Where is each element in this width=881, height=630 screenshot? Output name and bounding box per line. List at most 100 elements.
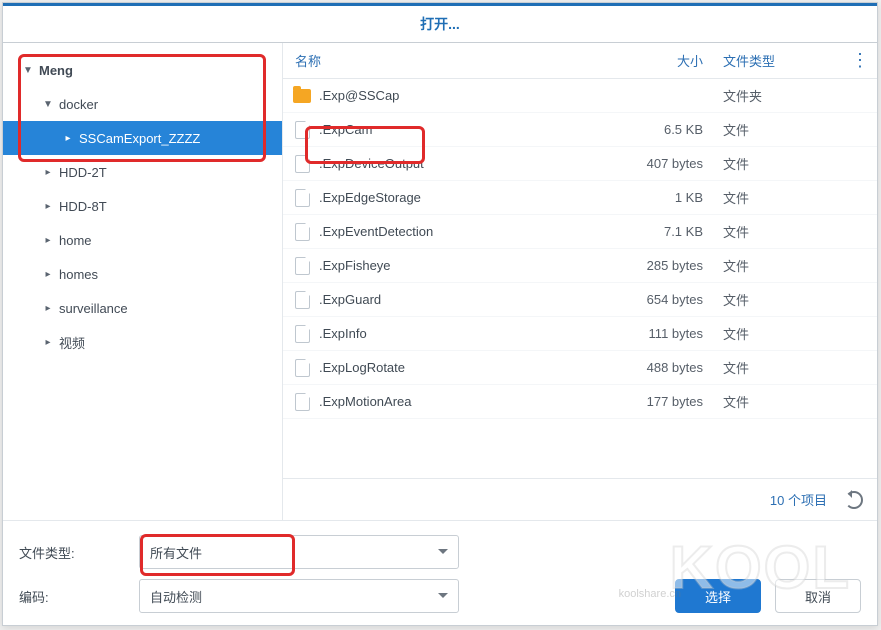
dialog-title-text: 打开... <box>420 14 460 34</box>
file-size: 285 bytes <box>603 258 713 273</box>
file-row[interactable]: .ExpGuard654 bytes文件 <box>283 283 877 317</box>
chevron-right-icon: ▸ <box>41 199 55 213</box>
tree-item[interactable]: ▸ HDD-8T <box>3 189 282 223</box>
tree-label: 视频 <box>59 333 272 352</box>
header-name[interactable]: 名称 <box>283 51 603 70</box>
tree-label: Meng <box>39 63 272 78</box>
tree-label: surveillance <box>59 301 272 316</box>
chevron-right-icon: ▸ <box>61 131 75 145</box>
chevron-right-icon: ▸ <box>41 301 55 315</box>
filetype-select[interactable]: 所有文件 <box>139 535 459 569</box>
file-name: .ExpInfo <box>319 326 603 341</box>
file-icon <box>291 357 313 379</box>
file-rows: .Exp@SSCap文件夹.ExpCam6.5 KB文件.ExpDeviceOu… <box>283 79 877 478</box>
file-size: 407 bytes <box>603 156 713 171</box>
file-type: 文件 <box>713 358 843 377</box>
file-name: .Exp@SSCap <box>319 88 603 103</box>
open-dialog: 打开... ▼ Meng ▼ docker ▸ SSCamExport_ZZZZ ▸ HD… <box>2 2 878 626</box>
chevron-down-icon <box>438 549 448 559</box>
file-icon <box>291 255 313 277</box>
file-name: .ExpGuard <box>319 292 603 307</box>
filetype-label: 文件类型: <box>19 543 139 562</box>
file-type: 文件 <box>713 188 843 207</box>
tree-item[interactable]: ▸ homes <box>3 257 282 291</box>
file-icon <box>291 391 313 413</box>
tree-item[interactable]: ▸ home <box>3 223 282 257</box>
chevron-down-icon: ▼ <box>41 97 55 111</box>
file-size: 7.1 KB <box>603 224 713 239</box>
file-row[interactable]: .ExpInfo111 bytes文件 <box>283 317 877 351</box>
encoding-value: 自动检测 <box>150 587 202 606</box>
tree-label: HDD-8T <box>59 199 272 214</box>
file-name: .ExpEventDetection <box>319 224 603 239</box>
refresh-icon[interactable] <box>845 491 863 509</box>
file-icon <box>291 119 313 141</box>
file-type: 文件 <box>713 290 843 309</box>
tree-item[interactable]: ▸ surveillance <box>3 291 282 325</box>
file-row[interactable]: .ExpMotionArea177 bytes文件 <box>283 385 877 419</box>
file-type: 文件 <box>713 324 843 343</box>
tree-item[interactable]: ▸ HDD-2T <box>3 155 282 189</box>
file-icon <box>291 323 313 345</box>
file-name: .ExpLogRotate <box>319 360 603 375</box>
column-menu-button[interactable]: ⋮ <box>843 50 877 71</box>
cancel-button[interactable]: 取消 <box>775 579 861 613</box>
column-headers: 名称 大小 文件类型 ⋮ <box>283 43 877 79</box>
file-icon <box>291 187 313 209</box>
file-size: 111 bytes <box>603 326 713 341</box>
file-row[interactable]: .ExpCam6.5 KB文件 <box>283 113 877 147</box>
file-row[interactable]: .Exp@SSCap 文件夹 <box>283 79 877 113</box>
file-icon <box>291 221 313 243</box>
tree-label: homes <box>59 267 272 282</box>
file-row[interactable]: .ExpFisheye285 bytes文件 <box>283 249 877 283</box>
folder-tree: ▼ Meng ▼ docker ▸ SSCamExport_ZZZZ ▸ HDD-2T ▸ H… <box>3 43 283 520</box>
file-row[interactable]: .ExpEventDetection7.1 KB文件 <box>283 215 877 249</box>
encoding-label: 编码: <box>19 587 139 606</box>
file-type: 文件 <box>713 222 843 241</box>
chevron-right-icon: ▸ <box>41 335 55 349</box>
file-row[interactable]: .ExpEdgeStorage1 KB文件 <box>283 181 877 215</box>
tree-root[interactable]: ▼ Meng <box>3 53 282 87</box>
list-footer: 10 个项目 <box>283 478 877 520</box>
file-icon <box>291 153 313 175</box>
file-row[interactable]: .ExpDeviceOutput407 bytes文件 <box>283 147 877 181</box>
tree-item[interactable]: ▸ SSCamExport_ZZZZ <box>3 121 282 155</box>
file-row[interactable]: .ExpLogRotate488 bytes文件 <box>283 351 877 385</box>
file-type: 文件 <box>713 120 843 139</box>
chevron-right-icon: ▸ <box>41 233 55 247</box>
tree-label: home <box>59 233 272 248</box>
file-type: 文件 <box>713 154 843 173</box>
dialog-title: 打开... <box>3 3 877 43</box>
ok-button[interactable]: 选择 <box>675 579 761 613</box>
file-size: 1 KB <box>603 190 713 205</box>
dialog-actions: 选择 取消 <box>459 535 861 613</box>
tree-item[interactable]: ▸ 视频 <box>3 325 282 359</box>
chevron-down-icon: ▼ <box>21 63 35 77</box>
file-type: 文件 <box>713 392 843 411</box>
file-size: 6.5 KB <box>603 122 713 137</box>
file-name: .ExpMotionArea <box>319 394 603 409</box>
file-name: .ExpCam <box>319 122 603 137</box>
file-name: .ExpFisheye <box>319 258 603 273</box>
file-size: 654 bytes <box>603 292 713 307</box>
file-size: 488 bytes <box>603 360 713 375</box>
tree-label: SSCamExport_ZZZZ <box>79 131 272 146</box>
tree-item[interactable]: ▼ docker <box>3 87 282 121</box>
chevron-right-icon: ▸ <box>41 165 55 179</box>
header-type[interactable]: 文件类型 <box>713 51 843 70</box>
file-name: .ExpDeviceOutput <box>319 156 603 171</box>
header-size[interactable]: 大小 <box>603 51 713 70</box>
filetype-value: 所有文件 <box>150 543 202 562</box>
file-icon <box>291 289 313 311</box>
file-size: 177 bytes <box>603 394 713 409</box>
item-count: 10 个项目 <box>770 490 827 509</box>
tree-label: docker <box>59 97 272 112</box>
tree-label: HDD-2T <box>59 165 272 180</box>
file-list-panel: 名称 大小 文件类型 ⋮ .Exp@SSCap文件夹.ExpCam6.5 KB文… <box>283 43 877 520</box>
encoding-select[interactable]: 自动检测 <box>139 579 459 613</box>
folder-icon <box>291 85 313 107</box>
dialog-body: ▼ Meng ▼ docker ▸ SSCamExport_ZZZZ ▸ HDD-2T ▸ H… <box>3 43 877 520</box>
file-type: 文件夹 <box>713 86 843 105</box>
chevron-right-icon: ▸ <box>41 267 55 281</box>
file-name: .ExpEdgeStorage <box>319 190 603 205</box>
